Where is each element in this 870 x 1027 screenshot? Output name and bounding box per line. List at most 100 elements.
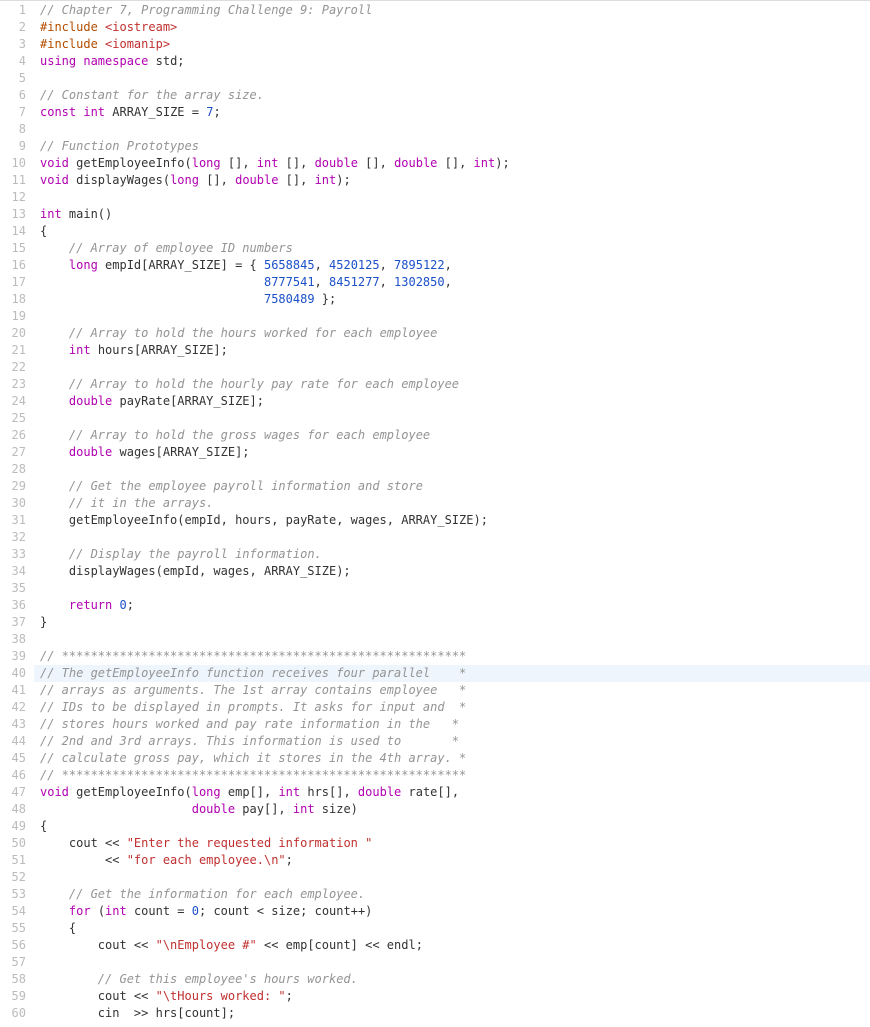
code-line[interactable]: const int ARRAY_SIZE = 7; — [40, 104, 870, 121]
token-num: 0 — [192, 904, 199, 918]
code-line[interactable]: // *************************************… — [40, 648, 870, 665]
token-num: 8777541 — [264, 275, 315, 289]
token-id: } — [40, 615, 47, 629]
code-line[interactable]: return 0; — [40, 597, 870, 614]
code-line[interactable]: void getEmployeeInfo(long [], int [], do… — [40, 155, 870, 172]
code-line[interactable]: double pay[], int size) — [40, 801, 870, 818]
code-line[interactable]: // Get the employee payroll information … — [40, 478, 870, 495]
code-line[interactable] — [40, 121, 870, 138]
line-number: 2 — [0, 19, 34, 36]
code-line[interactable]: // Display the payroll information. — [40, 546, 870, 563]
code-line[interactable]: #include <iomanip> — [40, 36, 870, 53]
token-id — [40, 802, 192, 816]
line-number: 47 — [0, 784, 34, 801]
code-line[interactable] — [40, 580, 870, 597]
code-line[interactable]: // Function Prototypes — [40, 138, 870, 155]
code-area[interactable]: // Chapter 7, Programming Challenge 9: P… — [34, 1, 870, 1022]
code-line[interactable]: int hours[ARRAY_SIZE]; — [40, 342, 870, 359]
token-id: size) — [315, 802, 358, 816]
code-line[interactable]: << "for each employee.\n"; — [40, 852, 870, 869]
code-line[interactable] — [40, 308, 870, 325]
line-number: 46 — [0, 767, 34, 784]
token-inc: <iomanip> — [105, 37, 170, 51]
code-line[interactable]: void getEmployeeInfo(long emp[], int hrs… — [40, 784, 870, 801]
code-line[interactable]: { — [40, 223, 870, 240]
code-line[interactable]: // Array to hold the gross wages for eac… — [40, 427, 870, 444]
token-kw: void — [40, 785, 69, 799]
code-line[interactable]: int main() — [40, 206, 870, 223]
code-line[interactable]: 8777541, 8451277, 1302850, — [40, 274, 870, 291]
line-number: 4 — [0, 53, 34, 70]
code-line[interactable] — [40, 359, 870, 376]
code-line[interactable]: } — [40, 614, 870, 631]
code-line[interactable] — [40, 461, 870, 478]
code-line[interactable]: // IDs to be displayed in prompts. It as… — [40, 699, 870, 716]
code-line[interactable]: 7580489 }; — [40, 291, 870, 308]
token-id: cout << — [40, 989, 156, 1003]
code-line[interactable] — [40, 70, 870, 87]
code-line[interactable]: for (int count = 0; count < size; count+… — [40, 903, 870, 920]
token-kw: int — [293, 802, 315, 816]
line-number: 15 — [0, 240, 34, 257]
token-id — [40, 479, 69, 493]
code-line[interactable]: cout << "\tHours worked: "; — [40, 988, 870, 1005]
token-id: << — [40, 853, 127, 867]
code-line[interactable] — [40, 954, 870, 971]
code-line[interactable]: getEmployeeInfo(empId, hours, payRate, w… — [40, 512, 870, 529]
code-line[interactable]: // Array to hold the hourly pay rate for… — [40, 376, 870, 393]
token-id — [40, 598, 69, 612]
code-line[interactable]: // 2nd and 3rd arrays. This information … — [40, 733, 870, 750]
code-line[interactable] — [40, 529, 870, 546]
line-number: 22 — [0, 359, 34, 376]
token-c: // it in the arrays. — [69, 496, 214, 510]
code-line[interactable]: cout << "Enter the requested information… — [40, 835, 870, 852]
token-kw: double — [394, 156, 437, 170]
code-line[interactable]: // *************************************… — [40, 767, 870, 784]
code-line[interactable]: // Array to hold the hours worked for ea… — [40, 325, 870, 342]
token-kw: int — [278, 785, 300, 799]
code-line[interactable]: // Get the information for each employee… — [40, 886, 870, 903]
code-line[interactable]: // Constant for the array size. — [40, 87, 870, 104]
code-line[interactable]: double payRate[ARRAY_SIZE]; — [40, 393, 870, 410]
line-number: 59 — [0, 988, 34, 1005]
code-line[interactable]: displayWages(empId, wages, ARRAY_SIZE); — [40, 563, 870, 580]
code-line[interactable]: using namespace std; — [40, 53, 870, 70]
code-line[interactable] — [40, 189, 870, 206]
token-id: std; — [148, 54, 184, 68]
code-line[interactable]: // The getEmployeeInfo function receives… — [34, 665, 870, 682]
line-number: 42 — [0, 699, 34, 716]
code-line[interactable]: // arrays as arguments. The 1st array co… — [40, 682, 870, 699]
token-id: [], — [278, 173, 314, 187]
code-line[interactable]: void displayWages(long [], double [], in… — [40, 172, 870, 189]
code-line[interactable]: // Array of employee ID numbers — [40, 240, 870, 257]
code-line[interactable]: cin >> hrs[count]; — [40, 1005, 870, 1022]
code-line[interactable]: // Get this employee's hours worked. — [40, 971, 870, 988]
code-line[interactable]: long empId[ARRAY_SIZE] = { 5658845, 4520… — [40, 257, 870, 274]
line-number: 57 — [0, 954, 34, 971]
token-str: "for each employee.\n" — [127, 853, 286, 867]
code-editor[interactable]: 1234567891011121314151617181920212223242… — [0, 0, 870, 1022]
line-number: 52 — [0, 869, 34, 886]
line-number: 16 — [0, 257, 34, 274]
token-id — [40, 275, 264, 289]
token-id — [40, 292, 264, 306]
line-number: 37 — [0, 614, 34, 631]
token-id: getEmployeeInfo( — [69, 785, 192, 799]
token-id: [], — [358, 156, 394, 170]
code-line[interactable]: // Chapter 7, Programming Challenge 9: P… — [40, 2, 870, 19]
code-line[interactable]: // calculate gross pay, which it stores … — [40, 750, 870, 767]
code-line[interactable] — [40, 410, 870, 427]
line-number: 18 — [0, 291, 34, 308]
code-line[interactable]: // stores hours worked and pay rate info… — [40, 716, 870, 733]
code-line[interactable]: double wages[ARRAY_SIZE]; — [40, 444, 870, 461]
code-line[interactable]: // it in the arrays. — [40, 495, 870, 512]
code-line[interactable]: { — [40, 818, 870, 835]
code-line[interactable]: cout << "\nEmployee #" << emp[count] << … — [40, 937, 870, 954]
code-line[interactable] — [40, 869, 870, 886]
line-number: 26 — [0, 427, 34, 444]
line-number: 56 — [0, 937, 34, 954]
code-line[interactable] — [40, 631, 870, 648]
line-number: 8 — [0, 121, 34, 138]
code-line[interactable]: #include <iostream> — [40, 19, 870, 36]
code-line[interactable]: { — [40, 920, 870, 937]
